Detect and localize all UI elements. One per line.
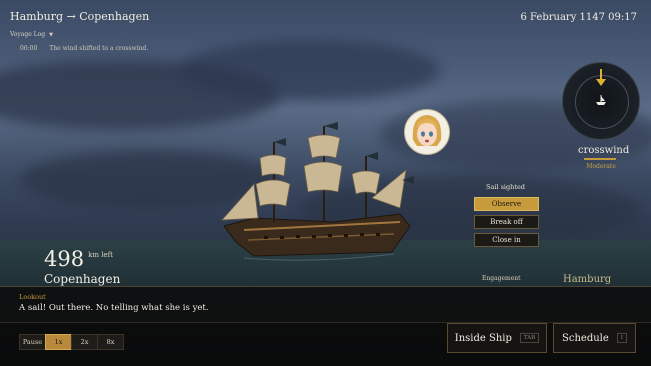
encounter-menu: Sail sighted Observe Break off Close in: [474, 183, 539, 251]
game-scene: Hamburg → Copenhagen Voyage Log ▼ 06:00 …: [0, 0, 651, 366]
speed-8x-button[interactable]: 8x: [97, 334, 124, 350]
voyage-log-label: Voyage Log: [10, 31, 46, 38]
encounter-title: Sail sighted: [486, 183, 525, 191]
origin-port-name: Hamburg: [563, 274, 612, 285]
date-time: 6 February 1147 09:17: [520, 12, 638, 23]
observe-button[interactable]: Observe: [474, 197, 539, 211]
break-off-button[interactable]: Break off: [474, 215, 539, 229]
chevron-down-icon: ▼: [49, 31, 53, 38]
destination-name: Copenhagen: [44, 272, 121, 286]
pause-button[interactable]: Pause: [19, 334, 46, 350]
ship-icon: [596, 95, 606, 105]
log-entry-text: The wind shifted to a crosswind.: [49, 45, 149, 52]
wind-direction-label: crosswind: [578, 145, 630, 156]
lookout-portrait-avatar: [404, 109, 450, 155]
bottom-control-bar: Pause 1x 2x 8x Inside Ship TAB Schedule …: [0, 322, 651, 366]
log-entry: 06:00 The wind shifted to a crosswind.: [20, 45, 148, 52]
schedule-hotkey: I: [616, 333, 627, 343]
speed-controls: Pause 1x 2x 8x: [19, 334, 124, 350]
cloud: [180, 40, 440, 100]
distance-readout: 498 km left: [44, 247, 113, 271]
galleon-ship: [221, 122, 414, 261]
schedule-label: Schedule: [562, 332, 609, 344]
route-header: Hamburg → Copenhagen Voyage Log ▼: [10, 10, 149, 38]
schedule-button[interactable]: Schedule I: [553, 323, 636, 353]
distance-unit: km left: [88, 251, 113, 259]
engagement-label: Engagement: [482, 275, 521, 282]
distance-value: 498: [44, 247, 85, 271]
log-entry-time: 06:00: [20, 45, 38, 52]
inside-ship-button[interactable]: Inside Ship TAB: [447, 323, 547, 353]
inside-ship-hotkey: TAB: [519, 333, 540, 343]
route-title: Hamburg → Copenhagen: [10, 10, 150, 23]
close-in-button[interactable]: Close in: [474, 233, 539, 247]
wind-strength-bar: [584, 158, 616, 160]
wind-arrow-icon: [596, 69, 606, 86]
speed-2x-button[interactable]: 2x: [71, 334, 98, 350]
wind-compass: [562, 62, 640, 140]
dialog-box[interactable]: Lookout A sail! Out there. No telling wh…: [0, 286, 651, 323]
speed-1x-button[interactable]: 1x: [45, 334, 72, 350]
dialog-line: A sail! Out there. No telling what she i…: [19, 303, 209, 313]
dialog-speaker: Lookout: [19, 293, 46, 301]
voyage-log-dropdown[interactable]: Voyage Log ▼: [10, 31, 149, 38]
inside-ship-label: Inside Ship: [454, 332, 512, 344]
wind-strength-label: Moderate: [586, 163, 616, 170]
